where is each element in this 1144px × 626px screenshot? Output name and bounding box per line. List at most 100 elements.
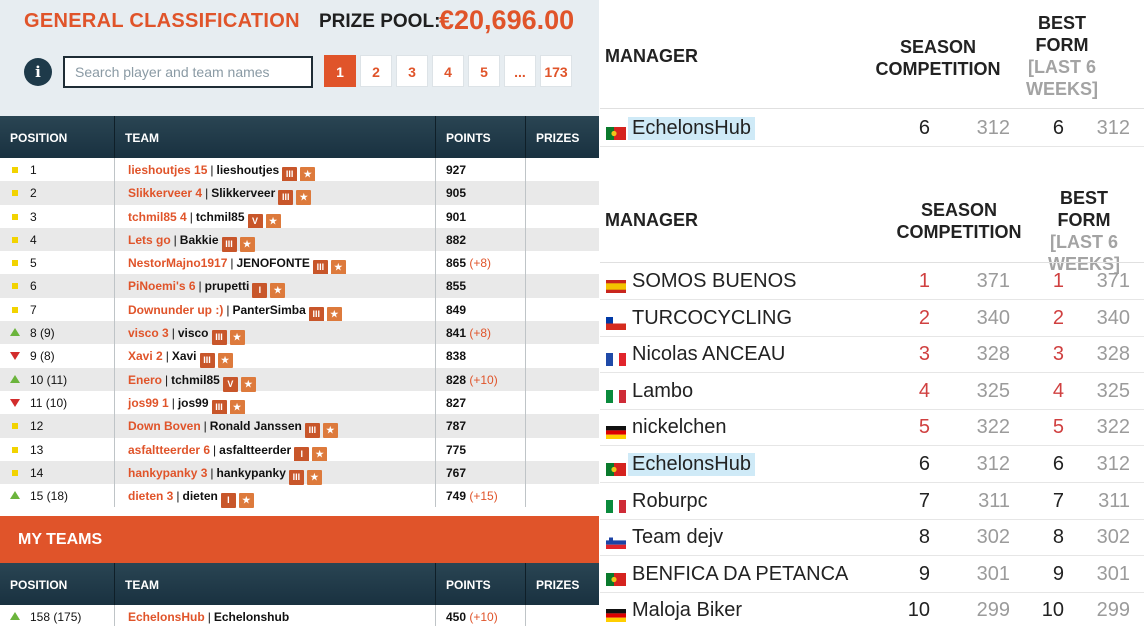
team-cell: NestorMajno1917 | JENOFONTE III ★	[128, 256, 346, 276]
column-team: TEAM	[125, 578, 159, 592]
table-row[interactable]: 5 NestorMajno1917 | JENOFONTE III ★ 865 (+8)	[0, 251, 599, 276]
manager-name[interactable]: lieshoutjes	[217, 163, 280, 177]
manager-name[interactable]: tchmil85	[171, 373, 220, 387]
manager-name[interactable]: Maloja Biker	[632, 599, 742, 622]
manager-name[interactable]: Roburpc	[632, 490, 708, 513]
separator: |	[205, 186, 209, 201]
manager-name[interactable]: Lambo	[632, 380, 693, 403]
page-button-5[interactable]: 5	[468, 55, 500, 87]
table-row[interactable]: 1 lieshoutjes 15 | lieshoutjes III ★ 927	[0, 158, 599, 182]
team-cell: Downunder up :) | PanterSimba III ★	[128, 303, 342, 322]
manager-name[interactable]: TURCOCYCLING	[632, 307, 792, 330]
page-button-4[interactable]: 4	[432, 55, 464, 87]
manager-name[interactable]: Nicolas ANCEAU	[632, 343, 785, 366]
column-prizes: PRIZES	[536, 578, 580, 592]
search-input[interactable]	[63, 56, 313, 88]
info-icon[interactable]: i	[24, 58, 52, 86]
team-cell: tchmil85 4 | tchmil85 V ★	[128, 210, 281, 229]
form-points: 371	[1096, 270, 1130, 292]
team-name-link[interactable]: NestorMajno1917	[128, 256, 227, 270]
manager-row[interactable]: nickelchen 5 322 5 322	[600, 409, 1144, 447]
position-value: 9 (8)	[30, 349, 55, 364]
season-rank: 6	[918, 453, 930, 475]
season-points: 299	[976, 599, 1010, 622]
manager-row[interactable]: TURCOCYCLING 2 340 2 340	[600, 300, 1144, 337]
table-row[interactable]: 14 hankypanky 3 | hankypanky III ★ 767	[0, 460, 599, 485]
table-row[interactable]: 9 (8) Xavi 2 | Xavi III ★ 838	[0, 344, 599, 369]
manager-row[interactable]: Team dejv 8 302 8 302	[600, 519, 1144, 557]
flag-si-icon	[606, 532, 626, 550]
manager-name[interactable]: SOMOS BUENOS	[632, 270, 796, 293]
team-name-link[interactable]: jos99 1	[128, 396, 169, 410]
manager-name[interactable]: nickelchen	[632, 416, 727, 439]
manager-name[interactable]: Slikkerveer	[211, 186, 275, 200]
table-row[interactable]: 10 (11) Enero | tchmil85 V ★ 828 (+10)	[0, 367, 599, 392]
table-row[interactable]: 7 Downunder up :) | PanterSimba III ★ 849	[0, 297, 599, 322]
table-row[interactable]: 15 (18) dieten 3 | dieten I ★ 749 (+15)	[0, 484, 599, 509]
table-row[interactable]: 4 Lets go | Bakkie III ★ 882	[0, 227, 599, 252]
manager-name[interactable]: EchelonsHub	[628, 117, 755, 140]
manager-name[interactable]: Echelonshub	[214, 610, 289, 624]
separator: |	[203, 419, 207, 434]
manager-name[interactable]: JENOFONTE	[237, 256, 310, 270]
season-rank: 1	[918, 270, 930, 292]
team-name-link[interactable]: dieten 3	[128, 489, 173, 503]
table-row[interactable]: 158 (175) EchelonsHub | Echelonshub 450 (+10…	[0, 605, 599, 626]
team-name-link[interactable]: hankypanky 3	[128, 466, 207, 480]
manager-row[interactable]: Roburpc 7 311 7 311	[600, 483, 1144, 520]
page-button-173[interactable]: 173	[540, 55, 572, 87]
manager-name[interactable]: Xavi	[172, 349, 197, 363]
table-row[interactable]: 13 asfaltteerder 6 | asfaltteerder I ★ 775	[0, 437, 599, 462]
table-row[interactable]: 12 Down Boven | Ronald Janssen III ★ 787	[0, 414, 599, 439]
team-name-link[interactable]: Xavi 2	[128, 349, 163, 363]
team-name-link[interactable]: tchmil85 4	[128, 210, 187, 224]
manager-name[interactable]: tchmil85	[196, 210, 245, 224]
team-name-link[interactable]: PiNoemi's 6	[128, 279, 196, 293]
manager-name[interactable]: Team dejv	[632, 526, 723, 549]
page-button-3[interactable]: 3	[396, 55, 428, 87]
position-value: 15 (18)	[30, 489, 69, 504]
table-row[interactable]: 11 (10) jos99 1 | jos99 III ★ 827	[0, 390, 599, 415]
page-button-2[interactable]: 2	[360, 55, 392, 87]
manager-name[interactable]: BENFICA DA PETANCA	[632, 563, 848, 586]
manager-name[interactable]: hankypanky	[217, 466, 286, 480]
manager-name[interactable]: Bakkie	[180, 233, 219, 247]
star-badge-icon: ★	[322, 423, 338, 439]
manager-name[interactable]: prupetti	[205, 279, 250, 293]
position-value: 5	[30, 256, 37, 271]
team-name-link[interactable]: Enero	[128, 373, 162, 387]
manager-row[interactable]: Lambo 4 325 4 325	[600, 373, 1144, 410]
manager-name[interactable]: EchelonsHub	[628, 453, 755, 476]
manager-name[interactable]: dieten	[182, 489, 217, 503]
trend-same-icon	[12, 167, 18, 173]
manager-name[interactable]: asfaltteerder	[219, 443, 291, 457]
points-cell: 849	[446, 303, 466, 317]
season-points: 312	[976, 453, 1010, 475]
manager-row[interactable]: BENFICA DA PETANCA 9 301 9 301	[600, 556, 1144, 593]
table-row[interactable]: 6 PiNoemi's 6 | prupetti I ★ 855	[0, 274, 599, 299]
team-name-link[interactable]: Lets go	[128, 233, 171, 247]
manager-row[interactable]: EchelonsHub 6 312 6 312	[600, 446, 1144, 483]
team-name-link[interactable]: EchelonsHub	[128, 610, 205, 624]
team-name-link[interactable]: asfaltteerder 6	[128, 443, 210, 457]
season-rank: 8	[918, 526, 930, 549]
manager-name[interactable]: Ronald Janssen	[210, 419, 302, 433]
manager-row[interactable]: Maloja Biker 10 299 10 299	[600, 592, 1144, 626]
table-row[interactable]: 2 Slikkerveer 4 | Slikkerveer III ★ 905	[0, 181, 599, 206]
table-row[interactable]: 3 tchmil85 4 | tchmil85 V ★ 901	[0, 204, 599, 229]
team-name-link[interactable]: lieshoutjes 15	[128, 163, 207, 177]
team-name-link[interactable]: Downunder up :)	[128, 303, 223, 317]
manager-row[interactable]: SOMOS BUENOS 1 371 1 371	[600, 263, 1144, 300]
manager-row[interactable]: Nicolas ANCEAU 3 328 3 328	[600, 336, 1144, 374]
manager-row[interactable]: EchelonsHub 6 312 6 312	[600, 110, 1144, 147]
manager-name[interactable]: PanterSimba	[232, 303, 305, 317]
manager-name[interactable]: jos99	[178, 396, 209, 410]
team-name-link[interactable]: Down Boven	[128, 419, 201, 433]
form-rank: 3	[1052, 343, 1064, 366]
page-button-1[interactable]: 1	[324, 55, 356, 87]
table-row[interactable]: 8 (9) visco 3 | visco III ★ 841 (+8)	[0, 321, 599, 346]
team-name-link[interactable]: Slikkerveer 4	[128, 186, 202, 200]
manager-name[interactable]: visco	[178, 326, 209, 340]
team-name-link[interactable]: visco 3	[128, 326, 169, 340]
season-rank: 4	[918, 379, 930, 402]
